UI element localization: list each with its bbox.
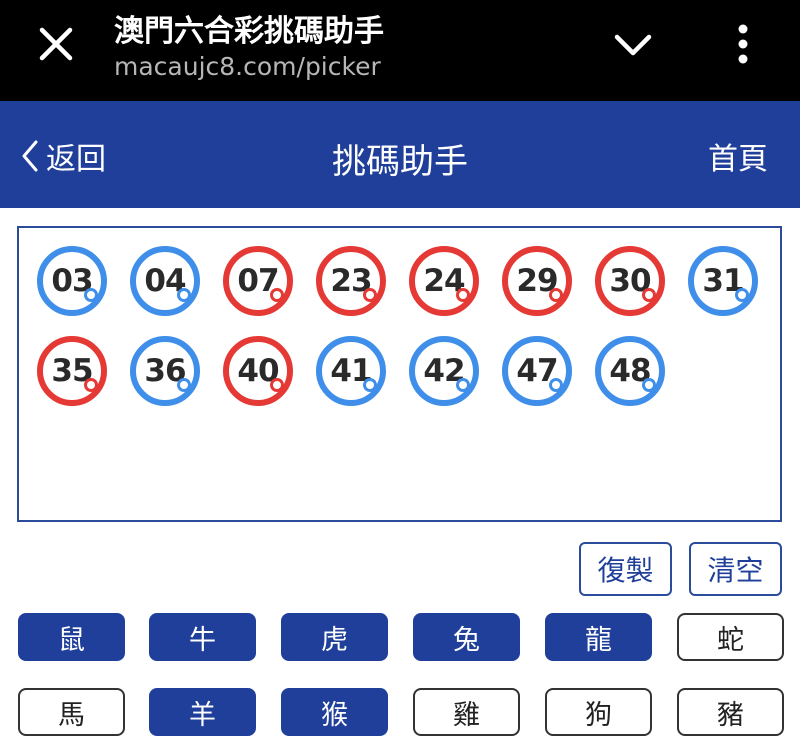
zodiac-button[interactable]: 龍 [545,613,652,661]
close-icon[interactable] [36,24,76,64]
browser-top-bar: 澳門六合彩挑碼助手 macaujc8.com/picker [0,0,800,101]
chevron-left-icon [22,140,38,172]
number-ball[interactable]: 41 [316,336,386,406]
zodiac-button[interactable]: 狗 [545,688,652,736]
number-ball[interactable]: 36 [130,336,200,406]
browser-url[interactable]: macaujc8.com/picker [114,52,381,81]
ball-shine [549,288,563,302]
ball-shine [270,288,284,302]
number-ball[interactable]: 30 [595,246,665,316]
number-ball[interactable]: 03 [37,246,107,316]
number-ball[interactable]: 23 [316,246,386,316]
zodiac-button[interactable]: 蛇 [677,613,784,661]
clear-button[interactable]: 清空 [689,542,782,596]
ball-shine [735,288,749,302]
number-ball-list: 03 04 07 23 24 29 30 31 35 36 40 41 42 47 48 [37,246,797,426]
number-ball[interactable]: 35 [37,336,107,406]
zodiac-button[interactable]: 虎 [281,613,388,661]
ball-shine [549,378,563,392]
back-button[interactable]: 返回 [20,134,106,178]
number-ball[interactable]: 29 [502,246,572,316]
ball-shine [270,378,284,392]
ball-shine [456,288,470,302]
ball-shine [177,288,191,302]
number-ball[interactable]: 48 [595,336,665,406]
app-header: 返回 挑碼助手 首頁 [0,101,800,208]
zodiac-button[interactable]: 馬 [18,688,125,736]
copy-button[interactable]: 復製 [579,542,672,596]
zodiac-button[interactable]: 雞 [413,688,520,736]
ball-shine [642,378,656,392]
ball-shine [84,288,98,302]
number-ball[interactable]: 24 [409,246,479,316]
ball-shine [642,288,656,302]
picked-numbers-box: 03 04 07 23 24 29 30 31 35 36 40 41 42 47 48 [17,226,782,522]
ball-shine [363,378,377,392]
ball-shine [456,378,470,392]
ball-shine [177,378,191,392]
ball-shine [84,378,98,392]
number-ball[interactable]: 42 [409,336,479,406]
zodiac-button[interactable]: 豬 [677,688,784,736]
zodiac-button[interactable]: 兔 [413,613,520,661]
browser-page-title: 澳門六合彩挑碼助手 [114,14,384,49]
back-label: 返回 [46,142,106,177]
home-button[interactable]: 首頁 [708,134,768,178]
ball-shine [363,288,377,302]
zodiac-button[interactable]: 牛 [149,613,256,661]
chevron-down-icon[interactable] [613,28,653,62]
number-ball[interactable]: 07 [223,246,293,316]
zodiac-button[interactable]: 鼠 [18,613,125,661]
number-ball[interactable]: 04 [130,246,200,316]
page-title: 挑碼助手 [332,142,468,182]
number-ball[interactable]: 31 [688,246,758,316]
zodiac-button[interactable]: 羊 [149,688,256,736]
more-vert-icon[interactable] [728,22,758,66]
number-ball[interactable]: 47 [502,336,572,406]
number-ball[interactable]: 40 [223,336,293,406]
zodiac-button[interactable]: 猴 [281,688,388,736]
